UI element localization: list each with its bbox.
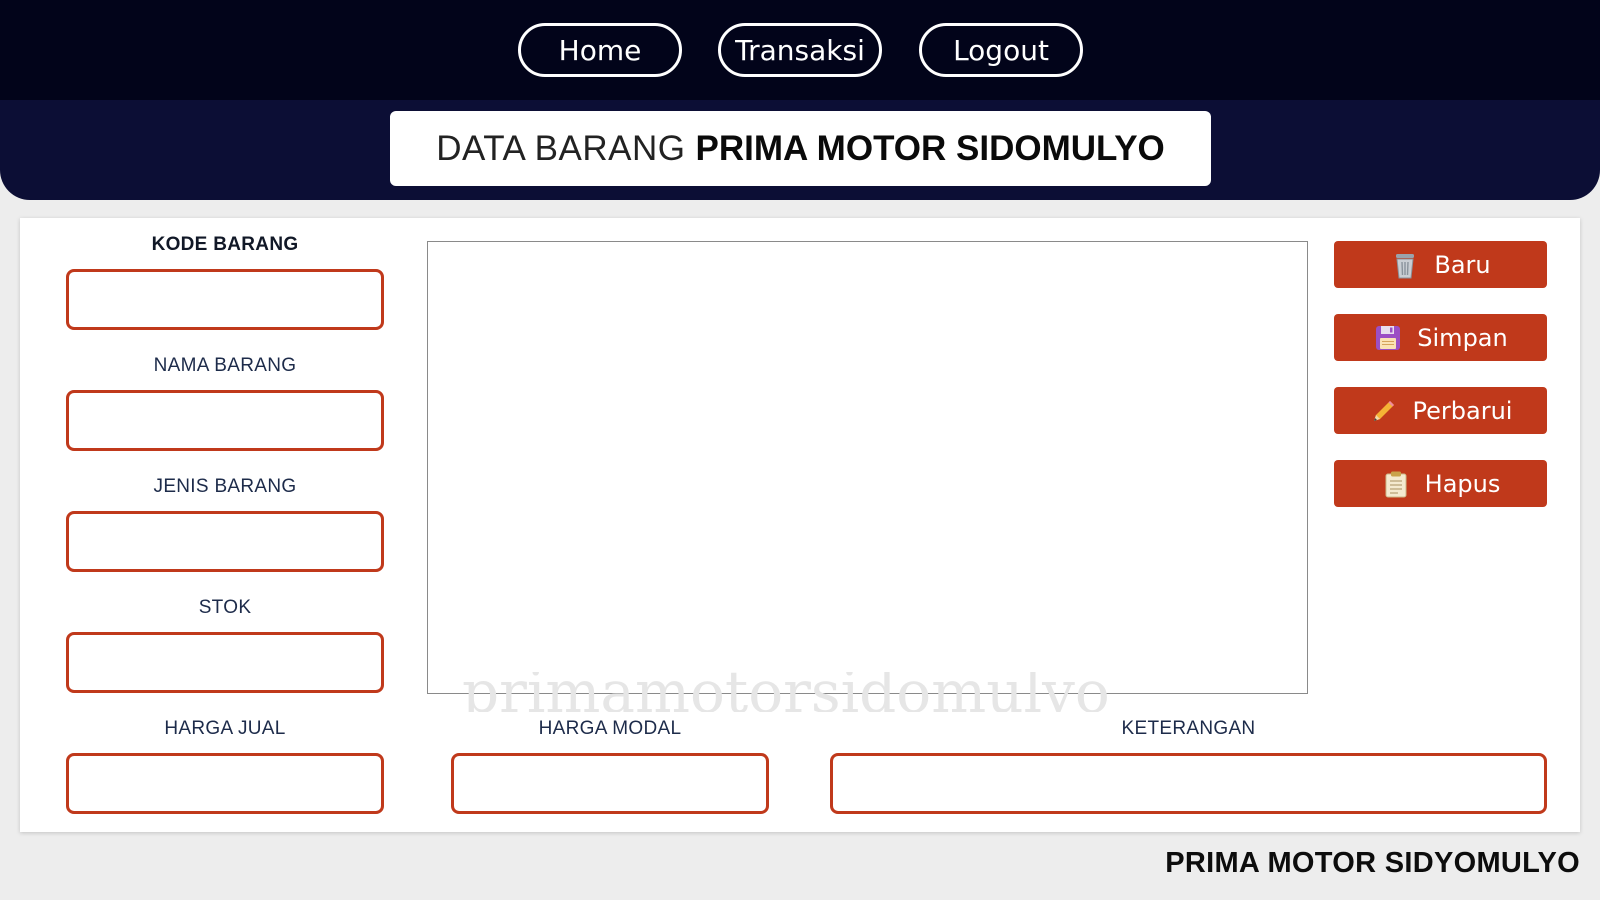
- pencil-icon: [1373, 400, 1394, 421]
- keterangan-input[interactable]: [830, 753, 1547, 814]
- hapus-button[interactable]: Hapus: [1334, 460, 1547, 507]
- page-title-bold: PRIMA MOTOR SIDOMULYO: [695, 128, 1165, 168]
- simpan-button-label: Simpan: [1417, 323, 1508, 352]
- jenis-barang-input[interactable]: [66, 511, 384, 572]
- nama-barang-label: NAMA BARANG: [153, 355, 297, 376]
- page-title: DATA BARANG PRIMA MOTOR SIDOMULYO: [390, 111, 1211, 186]
- baru-button[interactable]: Baru: [1334, 241, 1547, 288]
- keterangan-label: KETERANGAN: [1121, 718, 1256, 739]
- top-nav-bar: Home Transaksi Logout: [0, 0, 1600, 100]
- footer-brand: PRIMA MOTOR SIDYOMULYO: [1165, 847, 1580, 879]
- trash-bin-icon: [1396, 253, 1415, 278]
- jenis-barang-label: JENIS BARANG: [153, 476, 297, 497]
- harga-modal-label: HARGA MODAL: [538, 718, 682, 739]
- harga-modal-input[interactable]: [451, 753, 769, 814]
- perbarui-button-label: Perbarui: [1412, 396, 1513, 425]
- baru-button-label: Baru: [1434, 250, 1491, 279]
- page-title-light: DATA BARANG: [436, 128, 686, 168]
- kode-barang-label: KODE BARANG: [151, 234, 299, 255]
- harga-jual-input[interactable]: [66, 753, 384, 814]
- data-table[interactable]: [427, 241, 1308, 694]
- harga-jual-label: HARGA JUAL: [164, 718, 286, 739]
- stok-input[interactable]: [66, 632, 384, 693]
- watermark-text: primamotorsidomulyo: [462, 672, 1110, 712]
- floppy-disk-icon: [1376, 325, 1401, 350]
- clipboard-icon: [1385, 471, 1407, 497]
- logout-button[interactable]: Logout: [919, 23, 1083, 77]
- simpan-button[interactable]: Simpan: [1334, 314, 1547, 361]
- perbarui-button[interactable]: Perbarui: [1334, 387, 1547, 434]
- home-button[interactable]: Home: [518, 23, 682, 77]
- stok-label: STOK: [198, 597, 252, 618]
- transaksi-button[interactable]: Transaksi: [718, 23, 882, 77]
- kode-barang-input[interactable]: [66, 269, 384, 330]
- nama-barang-input[interactable]: [66, 390, 384, 451]
- hapus-button-label: Hapus: [1424, 469, 1501, 498]
